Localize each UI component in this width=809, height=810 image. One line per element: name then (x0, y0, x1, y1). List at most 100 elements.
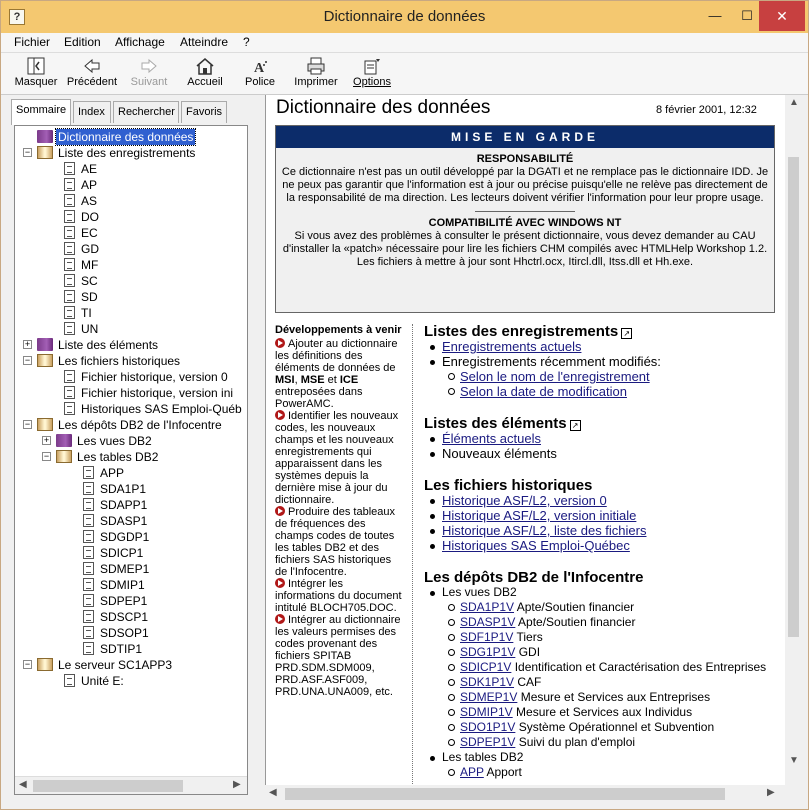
tree-item[interactable]: − Les tables DB2 (15, 449, 247, 465)
tree-item[interactable]: SC (15, 273, 247, 289)
selon-nom-link[interactable]: Selon le nom de l'enregistrement (460, 369, 650, 384)
tree-item[interactable]: EC (15, 225, 247, 241)
db2-view-link[interactable]: SDPEP1V (460, 735, 515, 749)
ice-link[interactable]: ICE (340, 374, 358, 386)
tree-item[interactable]: − Les dépôts DB2 de l'Infocentre (15, 417, 247, 433)
tree-item[interactable]: Dictionnaire des données (15, 128, 247, 146)
historique-liste-link[interactable]: Historique ASF/L2, liste des fichiers (442, 523, 646, 538)
tree-item[interactable]: MF (15, 257, 247, 273)
police-button[interactable]: A Police (243, 57, 277, 88)
db2-view-link[interactable]: SDA1P1V (460, 600, 514, 614)
collapse-icon[interactable]: − (23, 660, 32, 669)
external-link-icon[interactable]: ↗ (569, 420, 581, 431)
db2-view-link[interactable]: SDG1P1V (460, 645, 515, 659)
menu-fichier[interactable]: Fichier (14, 35, 50, 49)
db2-view-link[interactable]: SDMIP1V (460, 705, 513, 719)
tree-item[interactable]: − Le serveur SC1APP3 (15, 657, 247, 673)
menu-edition[interactable]: Edition (64, 35, 101, 49)
tree-item[interactable]: TI (15, 305, 247, 321)
scroll-left-icon[interactable]: ◀ (269, 787, 277, 798)
content-horizontal-scrollbar[interactable]: ◀ ▶ (265, 785, 785, 803)
enregistrements-actuels-link[interactable]: Enregistrements actuels (442, 339, 581, 354)
db2-view-link[interactable]: SDICP1V (460, 660, 511, 674)
tree-item[interactable]: SDSOP1 (15, 625, 247, 641)
collapse-icon[interactable]: − (42, 452, 51, 461)
mse-link[interactable]: MSE (301, 374, 325, 386)
pane-splitter[interactable] (257, 95, 265, 805)
tree-item[interactable]: Historiques SAS Emploi-Québ (15, 401, 247, 417)
tree-item[interactable]: DO (15, 209, 247, 225)
tree-item[interactable]: Unité E: (15, 673, 247, 689)
tree-item[interactable]: UN (15, 321, 247, 337)
tree-item[interactable]: Fichier historique, version 0 (15, 369, 247, 385)
tree-item[interactable]: SD (15, 289, 247, 305)
menu-affichage[interactable]: Affichage (115, 35, 165, 49)
minimize-button[interactable]: — (699, 1, 731, 31)
scroll-left-icon[interactable]: ◀ (19, 779, 27, 790)
tree-item[interactable]: SDICP1 (15, 545, 247, 561)
db2-view-link[interactable]: SDK1P1V (460, 675, 514, 689)
options-button[interactable]: Options (352, 57, 392, 88)
precedent-button[interactable]: Précédent (65, 57, 119, 88)
scroll-down-icon[interactable]: ▼ (789, 755, 799, 766)
historique-vi-link[interactable]: Historique ASF/L2, version initiale (442, 508, 636, 523)
db2-view-desc: Apte/Soutien financier (515, 615, 636, 629)
menu-help[interactable]: ? (243, 35, 250, 49)
imprimer-button[interactable]: Imprimer (294, 57, 338, 88)
close-button[interactable]: ✕ (759, 1, 805, 31)
historique-sas-link[interactable]: Historiques SAS Emploi-Québec (442, 538, 630, 553)
content-scroll-thumb[interactable] (788, 157, 799, 637)
db2-table-link[interactable]: APP (460, 765, 484, 779)
db2-view-link[interactable]: SDF1P1V (460, 630, 513, 644)
collapse-icon[interactable]: − (23, 148, 32, 157)
tree-item[interactable]: SDA1P1 (15, 481, 247, 497)
tree-horizontal-scrollbar[interactable]: ◀ ▶ (15, 776, 247, 794)
tree-item[interactable]: AP (15, 177, 247, 193)
masquer-button[interactable]: Masquer (14, 57, 58, 88)
db2-view-link[interactable]: SDMEP1V (460, 690, 517, 704)
collapse-icon[interactable]: − (23, 420, 32, 429)
tree-item[interactable]: SDMEP1 (15, 561, 247, 577)
tree-item[interactable]: SDGDP1 (15, 529, 247, 545)
tree-item[interactable]: APP (15, 465, 247, 481)
collapse-icon[interactable]: − (23, 356, 32, 365)
msi-link[interactable]: MSI (275, 374, 295, 386)
tree-item[interactable]: GD (15, 241, 247, 257)
tree-item[interactable]: − Liste des enregistrements (15, 145, 247, 161)
links-column: Listes des enregistrements ↗ Enregistreme… (424, 324, 799, 780)
tree-item[interactable]: SDASP1 (15, 513, 247, 529)
tree-item[interactable]: SDSCP1 (15, 609, 247, 625)
elements-actuels-link[interactable]: Éléments actuels (442, 431, 541, 446)
tab-rechercher[interactable]: Rechercher (113, 101, 179, 123)
expand-icon[interactable]: + (42, 436, 51, 445)
scroll-right-icon[interactable]: ▶ (233, 779, 241, 790)
tree-view[interactable]: Dictionnaire des données − Liste des enreg… (15, 126, 247, 776)
content-vertical-scrollbar[interactable]: ▲ ▼ (785, 95, 802, 785)
tab-index[interactable]: Index (73, 101, 111, 123)
tree-item[interactable]: AS (15, 193, 247, 209)
selon-date-link[interactable]: Selon la date de modification (460, 384, 627, 399)
tree-item[interactable]: − Les fichiers historiques (15, 353, 247, 369)
tree-item[interactable]: + Liste des éléments (15, 337, 247, 353)
tree-item[interactable]: SDAPP1 (15, 497, 247, 513)
tree-item[interactable]: SDPEP1 (15, 593, 247, 609)
content-hscroll-thumb[interactable] (285, 788, 725, 800)
scroll-up-icon[interactable]: ▲ (789, 97, 799, 108)
tab-sommaire[interactable]: Sommaire (11, 99, 71, 125)
menu-atteindre[interactable]: Atteindre (180, 35, 228, 49)
tree-item[interactable]: SDTIP1 (15, 641, 247, 657)
tree-item[interactable]: SDMIP1 (15, 577, 247, 593)
tree-scroll-thumb[interactable] (33, 780, 183, 792)
tree-item[interactable]: AE (15, 161, 247, 177)
tree-item[interactable]: + Les vues DB2 (15, 433, 247, 449)
accueil-button[interactable]: Accueil (183, 57, 227, 88)
tab-favoris[interactable]: Favoris (181, 101, 227, 123)
external-link-icon[interactable]: ↗ (621, 328, 633, 339)
tree-item[interactable]: Fichier historique, version ini (15, 385, 247, 401)
db2-view-link[interactable]: SDASP1V (460, 615, 515, 629)
historique-v0-link[interactable]: Historique ASF/L2, version 0 (442, 493, 607, 508)
expand-icon[interactable]: + (23, 340, 32, 349)
suivant-button[interactable]: Suivant (127, 57, 171, 88)
scroll-right-icon[interactable]: ▶ (767, 787, 775, 798)
db2-view-link[interactable]: SDO1P1V (460, 720, 515, 734)
